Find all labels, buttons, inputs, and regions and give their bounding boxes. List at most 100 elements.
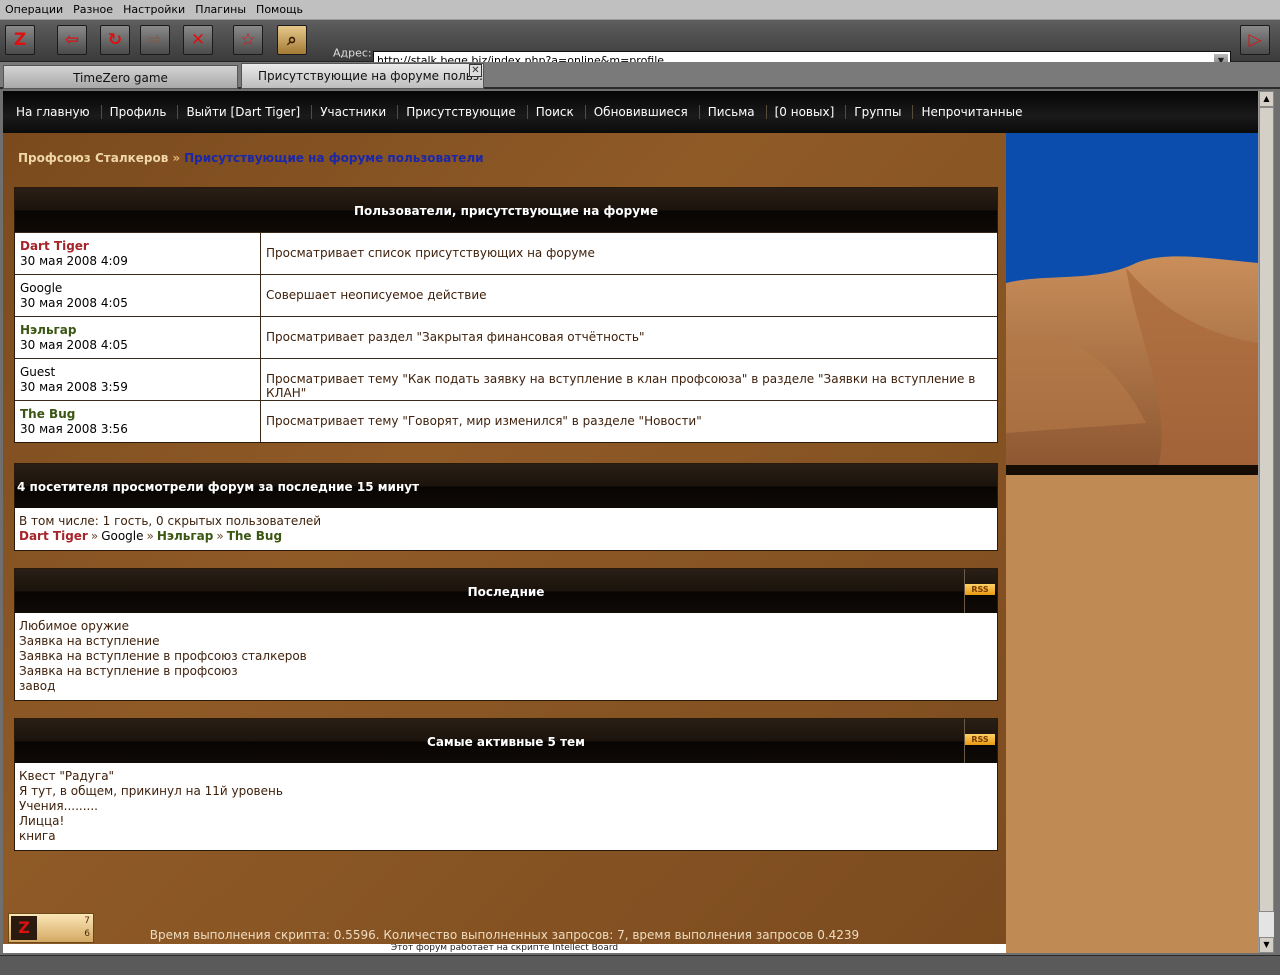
star-icon: ☆ <box>240 30 256 50</box>
table-row: Нэльгар 30 мая 2008 4:05 Просматривает ра… <box>15 316 997 358</box>
menu-settings[interactable]: Настройки <box>118 3 190 16</box>
menu-operations[interactable]: Операции <box>0 3 68 16</box>
reload-icon: ↻ <box>107 30 123 50</box>
visitor-link[interactable]: Dart Tiger <box>19 529 88 543</box>
user-action: Просматривает список присутствующих на ф… <box>266 246 595 260</box>
list-item[interactable]: Заявка на вступление в профсоюз сталкеро… <box>19 649 993 664</box>
search-button[interactable]: ⌕ <box>277 25 307 55</box>
banner-divider <box>1006 465 1258 475</box>
list-item[interactable]: завод <box>19 679 993 694</box>
back-button[interactable]: ⇦ <box>57 25 87 55</box>
panel-title: Пользователи, присутствующие на форуме <box>15 188 997 232</box>
play-icon: ▷ <box>1248 30 1262 50</box>
list-item[interactable]: Квест "Радуга" <box>19 769 993 784</box>
nav-online[interactable]: Присутствующие <box>398 105 528 119</box>
tab-online-users[interactable]: Присутствующие на форуме польз.. <box>241 63 484 89</box>
nav-search[interactable]: Поиск <box>528 105 586 119</box>
nav-messages[interactable]: Письма <box>700 105 767 119</box>
menu-bar: Операции Разное Настройки Плагины Помощь <box>0 0 1280 20</box>
list-item[interactable]: Лицца! <box>19 814 993 829</box>
nav-updated[interactable]: Обновившиеся <box>586 105 700 119</box>
address-label: Адрес: <box>333 46 372 60</box>
panel-title: 4 посетителя просмотрели форум за послед… <box>15 464 997 508</box>
tab-close-icon[interactable]: ✕ <box>469 64 482 77</box>
panel-title: Самые активные 5 тем <box>427 735 585 749</box>
scroll-up-icon[interactable]: ▲ <box>1259 91 1274 107</box>
breadcrumb-root[interactable]: Профсоюз Сталкеров <box>18 151 168 165</box>
menu-plugins[interactable]: Плагины <box>190 3 251 16</box>
visitor-separator: » <box>216 529 224 543</box>
nav-logout[interactable]: Выйти [Dart Tiger] <box>178 105 313 119</box>
active-topics-panel: Самые активные 5 тем RSS Квест "Радуга" … <box>14 718 998 851</box>
back-arrow-icon: ⇦ <box>64 30 80 50</box>
panel-header: Самые активные 5 тем RSS <box>15 719 997 763</box>
user-name: Guest <box>20 365 56 379</box>
user-time: 30 мая 2008 4:05 <box>20 296 128 310</box>
visitors-panel: 4 посетителя просмотрели форум за послед… <box>14 463 998 551</box>
user-action: Совершает неописуемое действие <box>266 288 487 302</box>
stop-icon: ✕ <box>190 30 206 50</box>
nav-home[interactable]: На главную <box>8 105 102 119</box>
list-item[interactable]: книга <box>19 829 993 844</box>
scroll-down-icon[interactable]: ▼ <box>1259 937 1274 953</box>
user-name[interactable]: The Bug <box>20 407 255 422</box>
table-row: Guest 30 мая 2008 3:59 Просматривает тему… <box>15 358 997 400</box>
menu-misc[interactable]: Разное <box>68 3 118 16</box>
app-logo-button[interactable]: Z <box>5 25 35 55</box>
breadcrumb-current[interactable]: Присутствующие на форуме пользователи <box>184 151 483 165</box>
rss-icon[interactable]: RSS <box>965 584 995 595</box>
table-row: Dart Tiger 30 мая 2008 4:09 Просматривает… <box>15 232 997 274</box>
nav-unread[interactable]: Непрочитанные <box>913 105 1033 119</box>
table-row: The Bug 30 мая 2008 3:56 Просматривает те… <box>15 400 997 442</box>
nav-new-messages[interactable]: [0 новых] <box>767 105 847 119</box>
nav-members[interactable]: Участники <box>312 105 399 119</box>
visitor-link[interactable]: The Bug <box>227 529 282 543</box>
desert-dunes-icon <box>1006 133 1258 475</box>
magnifier-icon: ⌕ <box>287 30 297 50</box>
list-item[interactable]: Любимое оружие <box>19 619 993 634</box>
vertical-scrollbar[interactable]: ▲ ▼ <box>1258 91 1274 953</box>
visitors-names: Dart Tiger» Google» Нэльгар» The Bug <box>19 529 993 544</box>
counter-top: 7 <box>84 916 90 926</box>
toolbar: Z ⇦ ↻ ⇨ ✕ ☆ ⌕ Адрес: http://stalk.bege.b… <box>0 20 1280 70</box>
rss-icon[interactable]: RSS <box>965 734 995 745</box>
visitor-separator: » <box>146 529 154 543</box>
list-item[interactable]: Я тут, в общем, прикинул на 11й уровень <box>19 784 993 799</box>
visitor-link[interactable]: Нэльгар <box>157 529 214 543</box>
go-button[interactable]: ▷ <box>1240 25 1270 55</box>
user-time: 30 мая 2008 4:09 <box>20 254 128 268</box>
forward-button[interactable]: ⇨ <box>140 25 170 55</box>
status-bar <box>0 955 1280 975</box>
nav-groups[interactable]: Группы <box>846 105 914 119</box>
forum-nav: На главную Профиль Выйти [Dart Tiger] Уч… <box>3 91 1258 133</box>
tz-logo-icon: Z <box>11 916 37 940</box>
tab-timezero-game[interactable]: TimeZero game <box>3 65 238 89</box>
reload-button[interactable]: ↻ <box>100 25 130 55</box>
panel-header: Последние RSS <box>15 569 997 613</box>
favorites-button[interactable]: ☆ <box>233 25 263 55</box>
scroll-thumb[interactable] <box>1259 107 1274 912</box>
visitor-separator: » <box>90 529 99 543</box>
list-item[interactable]: Учения......... <box>19 799 993 814</box>
stop-button[interactable]: ✕ <box>183 25 213 55</box>
list-item[interactable]: Заявка на вступление в профсоюз <box>19 664 993 679</box>
user-time: 30 мая 2008 3:56 <box>20 422 128 436</box>
stats-counter[interactable]: Z 7 6 <box>8 913 94 943</box>
list-item[interactable]: Заявка на вступление <box>19 634 993 649</box>
panel-title: Последние <box>467 585 545 599</box>
breadcrumb-separator: » <box>172 151 181 165</box>
user-name[interactable]: Нэльгар <box>20 323 255 338</box>
main-content: Профсоюз Сталкеров» Присутствующие на фор… <box>3 133 1006 953</box>
nav-profile[interactable]: Профиль <box>102 105 179 119</box>
table-row: Google 30 мая 2008 4:05 Совершает неопису… <box>15 274 997 316</box>
powered-by-text[interactable]: Этот форум работает на скрипте Intellect… <box>3 944 1006 953</box>
menu-help[interactable]: Помощь <box>251 3 308 16</box>
tab-bar: TimeZero game Присутствующие на форуме п… <box>0 62 1280 89</box>
visitor-link: Google <box>101 529 144 543</box>
user-action: Просматривает тему "Говорят, мир изменил… <box>266 414 702 428</box>
user-name[interactable]: Dart Tiger <box>20 239 255 254</box>
script-time-text: Время выполнения скрипта: 0.5596. Количе… <box>149 928 860 942</box>
latest-topics-panel: Последние RSS Любимое оружие Заявка на в… <box>14 568 998 701</box>
page-viewport: На главную Профиль Выйти [Dart Tiger] Уч… <box>3 91 1258 953</box>
user-time: 30 мая 2008 3:59 <box>20 380 128 394</box>
